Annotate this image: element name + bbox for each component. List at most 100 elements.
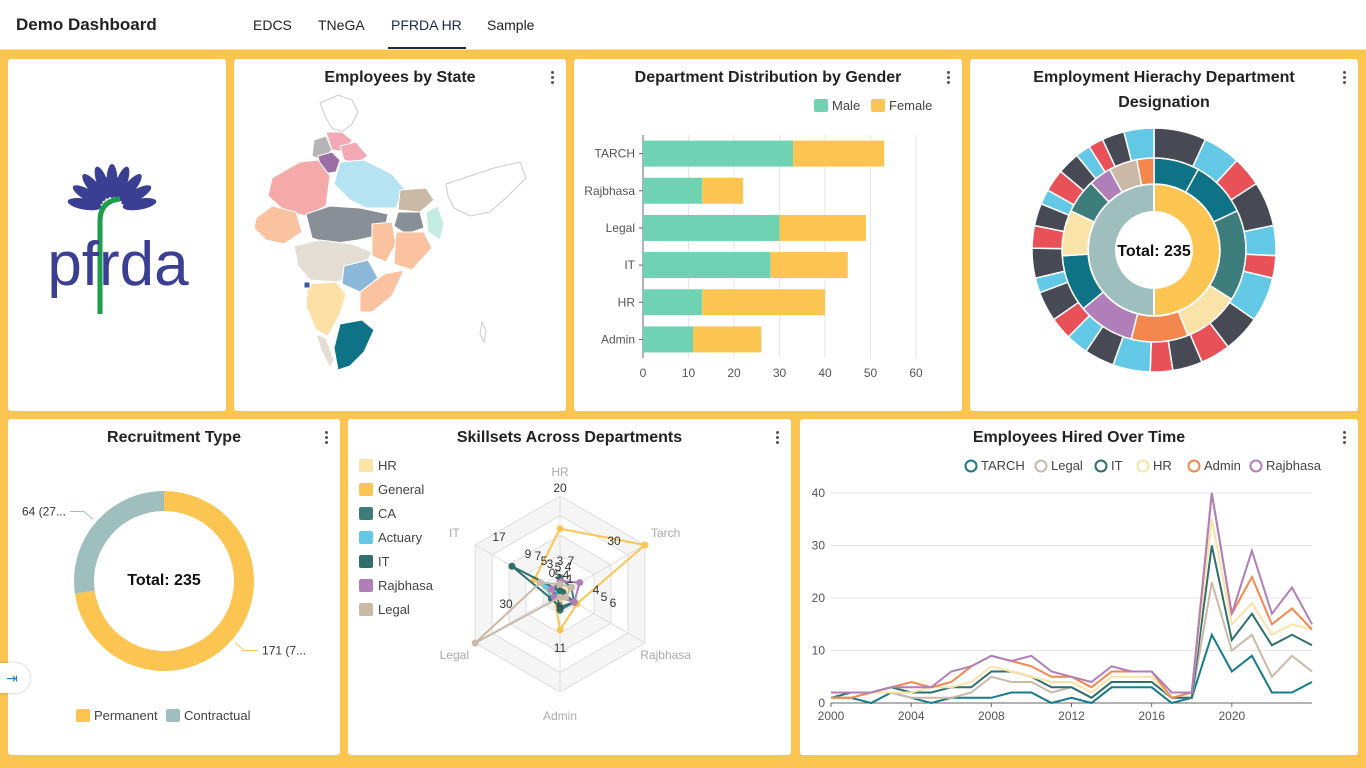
map-jammu-kashmir[interactable] [319,94,359,133]
radar-value-label: 17 [492,530,506,544]
slice-value-label: 171 (7... [262,644,306,658]
y-tick-label: 10 [812,644,826,658]
tab-pfrda-hr[interactable]: PFRDA HR [391,17,462,33]
legend-label-permanent: Permanent [94,708,158,723]
tab-tnega[interactable]: TNeGA [318,17,365,33]
x-tick-label: 0 [640,366,647,380]
map-gujarat[interactable] [253,205,303,245]
map-bihar[interactable] [397,187,435,213]
state-map-card: Employees by State [234,59,566,411]
y-tick-label: 20 [812,591,826,605]
bar-female [779,214,866,241]
radar-value-label: 9 [525,547,532,561]
legend-marker-it [1094,459,1108,473]
map-chhattisgarh[interactable] [371,221,397,263]
legend-label-it: IT [1111,458,1123,473]
legend-swatch-actuary [359,531,373,544]
legend-label-it: IT [378,554,390,569]
sunburst-mid-segment [1130,310,1189,343]
y-tick-label: Rajbhasa [584,184,635,198]
recruitment-donut-chart: 171 (7... 64 (27... Permanent Contractual To… [22,491,306,723]
recruitment-total-label: Total: 235 [127,572,201,589]
map-tamil-nadu[interactable] [333,319,375,371]
radar-point [641,541,649,549]
x-tick-label: 2008 [978,709,1005,723]
top-navbar: Demo Dashboard EDCS TNeGA PFRDA HR Sampl… [0,0,1366,50]
bar-female [793,140,885,167]
legend-label-hr: HR [1153,458,1172,473]
bar-male [643,252,771,279]
radar-value-label: 11 [554,641,567,655]
legend-label-admin: Admin [1204,458,1241,473]
legend-marker-rajbhasa [1249,459,1263,473]
map-jharkhand[interactable] [393,211,425,235]
y-tick-label: 30 [812,539,826,553]
map-goa[interactable] [303,281,311,289]
radar-point [536,579,544,587]
x-tick-label: 30 [773,366,787,380]
legend-label-rajbhasa: Rajbhasa [378,578,434,593]
legend-marker-legal [1034,459,1048,473]
radar-point [556,525,564,533]
legend-swatch-legal [359,603,373,616]
x-tick-label: 40 [818,366,832,380]
legend-label-rajbhasa: Rajbhasa [1266,458,1322,473]
map-odisha[interactable] [393,231,433,271]
legend-swatch-general [359,483,373,496]
hierarchy-total-label: Total: 235 [1117,243,1191,260]
map-uttar-pradesh[interactable] [333,159,405,209]
radar-point [508,562,516,570]
tab-sample[interactable]: Sample [487,17,534,33]
legend-label-female: Female [889,98,932,113]
line-series-hr [831,519,1313,699]
y-tick-label: 0 [818,696,825,710]
expand-sidebar-icon[interactable]: ⇥ [0,663,30,693]
bar-male [643,326,694,353]
y-tick-label: TARCH [595,147,635,161]
legend-label-hr: HR [378,458,397,473]
radar-point [576,579,584,587]
bar-female [770,252,848,279]
x-tick-label: 2000 [818,709,845,723]
radar-axis-label: Tarch [651,526,680,540]
radar-value-label: 30 [499,597,513,611]
active-tab-indicator [388,47,466,49]
x-tick-label: 2016 [1138,709,1165,723]
map-west-bengal[interactable] [425,205,445,241]
radar-value-label: 3 [557,554,564,568]
sunburst-outer-segment [1149,340,1174,373]
bar-male [643,214,780,241]
skills-radar-chart: HR Tarch Rajbhasa Admin Legal IT 20 30 6 11 30 17 9 7… [359,458,691,723]
y-tick-label: IT [624,258,635,272]
radar-point [556,626,564,634]
radar-point [570,598,578,606]
legend-swatch-contractual [166,709,180,722]
radar-value-label: 1 [567,572,574,586]
radar-value-label: 6 [610,596,617,610]
bar-female [693,326,762,353]
radar-value-label: 4 [593,583,600,597]
map-andaman[interactable] [479,320,487,344]
x-tick-label: 10 [682,366,696,380]
hierarchy-chart-card: Employment Hierachy Department Designati… [970,59,1358,411]
bar-female [702,289,825,316]
tab-edcs[interactable]: EDCS [253,17,292,33]
radar-value-label: 5 [601,590,608,604]
bar-male [643,177,703,204]
logo-card: pfrda [8,59,226,411]
legend-swatch-rajbhasa [359,579,373,592]
map-kerala[interactable] [315,333,335,370]
legend-label-contractual: Contractual [184,708,251,723]
legend-swatch-female [871,99,885,112]
legend-marker-tarch [964,459,978,473]
legend-swatch-male [814,99,828,112]
legend-swatch-hr [359,459,373,472]
y-tick-label: 40 [812,486,826,500]
radar-value-label: 7 [568,554,575,568]
radar-point [471,639,479,647]
line-series-admin [831,492,1313,699]
skills-chart-card: Skillsets Across Departments HR Tarch Rajb… [348,419,791,755]
map-northeast[interactable] [445,161,527,217]
logo-rays [67,164,157,211]
slice-value-label: 64 (27... [22,504,66,518]
